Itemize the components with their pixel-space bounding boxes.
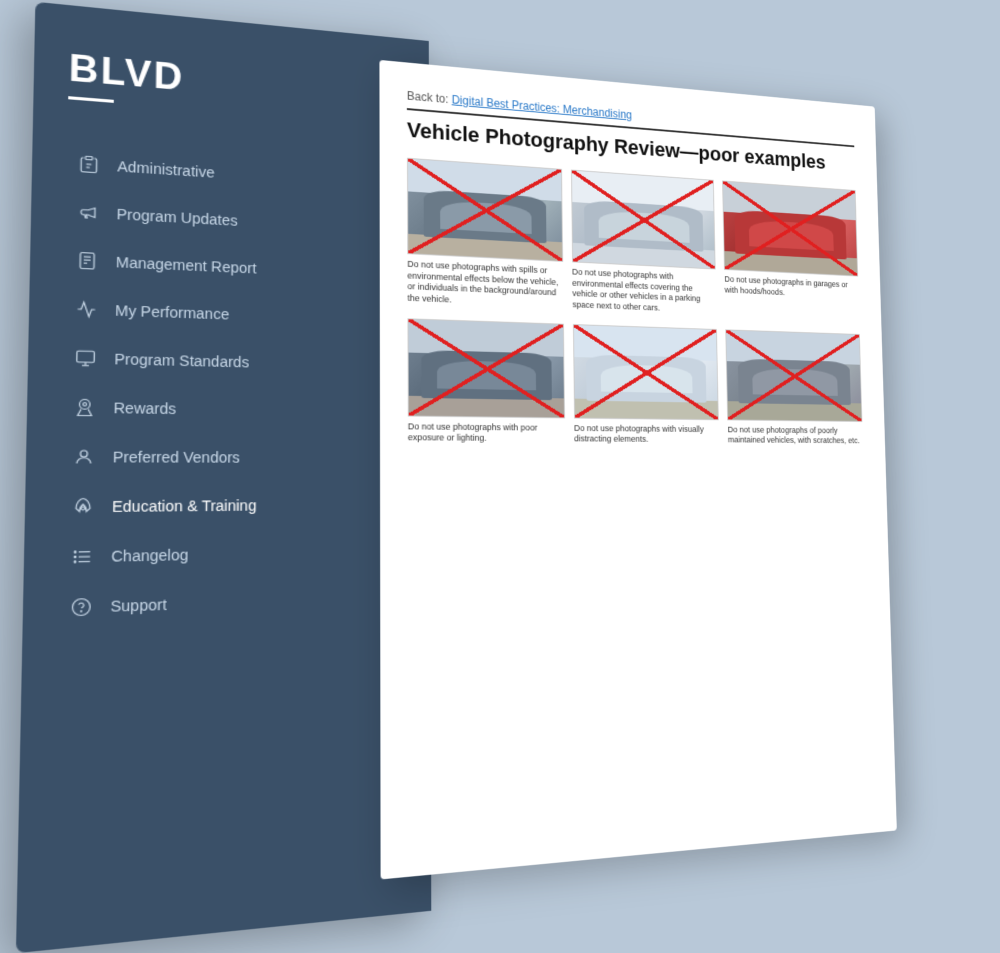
support-icon: [68, 595, 94, 620]
sidebar-label: Education & Training: [112, 497, 257, 515]
car-image-3: [723, 181, 857, 275]
photo-box-2: [571, 170, 716, 270]
photo-box-4: [408, 318, 565, 418]
sidebar: BLVD Administrative Program Updates: [16, 2, 431, 953]
caption-1: Do not use photographs with spills or en…: [407, 259, 563, 310]
brand-logo: BLVD: [68, 46, 409, 117]
caption-4: Do not use photographs with poor exposur…: [408, 421, 565, 445]
caption-2: Do not use photographs with environmenta…: [572, 267, 717, 316]
caption-5: Do not use photographs with visually dis…: [574, 423, 720, 446]
photo-box-6: [726, 329, 863, 422]
sidebar-item-rewards[interactable]: Rewards: [62, 385, 410, 433]
photo-box-1: [407, 158, 563, 262]
back-prefix: Back to:: [407, 89, 449, 106]
sidebar-item-my-performance[interactable]: My Performance: [64, 286, 410, 341]
car-image-1: [408, 159, 562, 261]
megaphone-icon: [75, 200, 101, 224]
content-panel: Back to: Digital Best Practices: Merchan…: [379, 60, 896, 880]
person-icon: [71, 445, 97, 469]
logo-underline: [68, 96, 114, 103]
sidebar-label: Support: [110, 596, 166, 615]
car-image-2: [572, 171, 715, 269]
photo-grid-bottom: Do not use photographs with poor exposur…: [408, 318, 864, 447]
list-icon: [69, 545, 95, 569]
report-icon: [74, 249, 100, 273]
caption-6: Do not use photographs of poorly maintai…: [728, 425, 863, 447]
clipboard-icon: [76, 152, 102, 177]
sidebar-item-changelog[interactable]: Changelog: [59, 529, 410, 580]
photo-item-1: Do not use photographs with spills or en…: [407, 158, 563, 311]
sidebar-label: Program Updates: [116, 206, 237, 229]
sidebar-nav: Administrative Program Updates Managemen…: [58, 141, 410, 631]
sidebar-label: Administrative: [117, 158, 214, 181]
photo-item-5: Do not use photographs with visually dis…: [573, 324, 720, 446]
sidebar-label: My Performance: [115, 302, 229, 323]
photo-item-3: Do not use photographs in garages or wit…: [722, 181, 859, 322]
photo-item-4: Do not use photographs with poor exposur…: [408, 318, 565, 445]
rewards-icon: [72, 396, 98, 420]
rocket-icon: [70, 495, 96, 519]
sidebar-label: Preferred Vendors: [113, 449, 240, 466]
sidebar-item-education-training[interactable]: Education & Training: [60, 483, 410, 530]
monitor-icon: [73, 346, 99, 370]
sidebar-item-preferred-vendors[interactable]: Preferred Vendors: [61, 434, 410, 480]
back-link-anchor[interactable]: Digital Best Practices: Merchandising: [452, 93, 632, 122]
caption-3: Do not use photographs in garages or wit…: [724, 274, 858, 301]
scene: BLVD Administrative Program Updates: [0, 0, 1000, 953]
photo-item-6: Do not use photographs of poorly maintai…: [726, 329, 863, 447]
sidebar-label: Changelog: [111, 546, 188, 565]
sidebar-label: Program Standards: [114, 351, 249, 371]
car-image-5: [574, 325, 719, 419]
car-image-4: [408, 319, 563, 417]
photo-item-2: Do not use photographs with environmenta…: [571, 170, 717, 317]
car-image-6: [726, 330, 861, 421]
sidebar-label: Management Report: [116, 254, 257, 277]
photo-grid-top: Do not use photographs with spills or en…: [407, 158, 859, 322]
sidebar-label: Rewards: [113, 399, 176, 417]
photo-box-5: [573, 324, 719, 420]
photo-box-3: [722, 181, 858, 277]
chart-icon: [73, 297, 99, 321]
sidebar-item-support[interactable]: Support: [58, 576, 410, 631]
sidebar-item-program-standards[interactable]: Program Standards: [63, 335, 410, 387]
